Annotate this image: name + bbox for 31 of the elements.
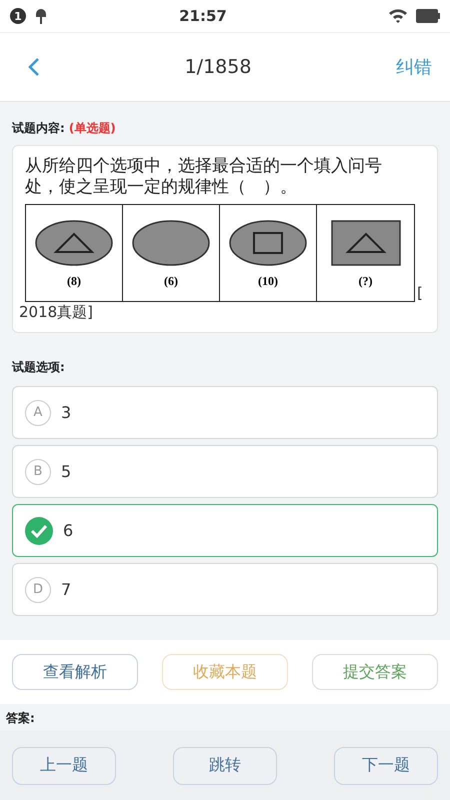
option-item[interactable]: A 3 — [12, 386, 438, 439]
option-letter: D — [25, 576, 51, 602]
option-item[interactable]: D 7 — [12, 563, 438, 616]
check-icon — [25, 516, 53, 544]
question-counter: 1/1858 — [184, 56, 252, 78]
option-item[interactable]: B 5 — [12, 445, 438, 498]
option-letter: B — [25, 458, 51, 484]
option-item[interactable]: 6 — [12, 504, 438, 557]
section-label: 试题内容: (单选题) — [12, 120, 117, 137]
figure-caption: (10) — [258, 274, 278, 288]
android-icon — [34, 7, 48, 25]
nav-button[interactable]: 跳转 — [173, 746, 277, 784]
section-label: 试题选项: — [12, 359, 66, 376]
source-bracket: [ — [417, 284, 423, 302]
notification-badge: 1 — [10, 8, 26, 24]
nav-button[interactable]: 下一题 — [334, 746, 438, 784]
action-button[interactable]: 查看解析 — [12, 654, 138, 690]
figure-caption: (8) — [67, 274, 81, 288]
figure-caption: (?) — [358, 274, 372, 288]
source-text: 2018真题] — [19, 303, 94, 321]
action-button[interactable]: 提交答案 — [312, 654, 438, 690]
status-time: 21:57 — [178, 7, 228, 25]
battery-icon — [416, 9, 440, 23]
nav-button[interactable]: 上一题 — [12, 746, 116, 784]
answer-label: 答案: — [5, 710, 36, 727]
figure-caption: (6) — [164, 274, 178, 288]
back-icon[interactable] — [28, 57, 40, 77]
wifi-icon — [388, 8, 408, 24]
question-text: 从所给四个选项中，选择最合适的一个填入问号处，使之呈现一定的规律性（ ）。 — [24, 156, 383, 198]
option-letter: A — [25, 400, 51, 426]
report-error-link[interactable]: 纠错 — [396, 55, 432, 79]
